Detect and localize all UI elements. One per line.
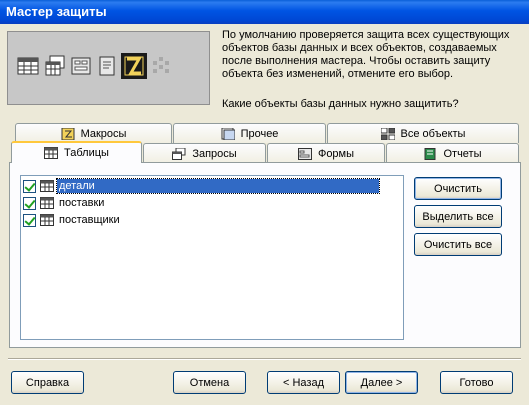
form-icon [71,57,91,75]
tab-tables[interactable]: Таблицы [11,141,142,163]
report-icon [99,56,115,76]
footer-divider [8,358,521,360]
next-button[interactable]: Далее > [345,371,418,394]
table-icon [40,180,54,192]
table-icon [44,147,59,159]
next-button-label: Далее > [360,376,403,389]
list-item-label: поставки [59,197,105,209]
wizard-illustration [7,31,210,105]
cancel-button[interactable]: Отмена [173,371,246,394]
tab-forms-label: Формы [317,147,355,160]
select-all-button[interactable]: Выделить все [414,205,502,228]
select-all-button-label: Выделить все [422,210,494,223]
window-title: Мастер защиты [0,0,529,24]
cancel-button-label: Отмена [189,376,230,389]
clear-all-button[interactable]: Очистить все [414,233,502,256]
module-icon [153,57,169,73]
query-icon [172,147,186,160]
tab-forms[interactable]: Формы [267,143,385,163]
clear-button-label: Очистить [434,182,482,195]
tab-all-objects[interactable]: Все объекты [327,123,519,143]
objects-list[interactable]: детали поставки поставщики [20,175,404,340]
list-item-label: детали [56,178,380,194]
other-icon [221,127,235,140]
help-button-label: Справка [25,376,70,389]
macro-icon [121,53,147,79]
table-icon [40,197,54,209]
wizard-question: Какие объекты базы данных нужно защитить… [222,98,459,110]
all-objects-icon [380,127,395,140]
wizard-description: По умолчанию проверяется защита всех сущ… [222,29,510,80]
back-button[interactable]: < Назад [267,371,340,394]
tab-reports-label: Отчеты [443,147,482,160]
list-item[interactable]: поставщики [23,212,122,228]
list-item[interactable]: поставки [23,195,106,211]
security-wizard-window: Мастер защиты По умолчанию проверяется з… [0,0,529,405]
tab-tables-label: Таблицы [64,147,109,159]
clear-all-button-label: Очистить все [423,238,493,251]
form-icon [297,147,312,160]
tab-macros-label: Макросы [80,127,127,140]
finish-button[interactable]: Готово [440,371,513,394]
item-checkbox[interactable] [23,213,36,227]
back-button-label: < Назад [283,376,324,389]
tab-panel-tables: детали поставки поставщики Очистить Выде… [9,162,521,348]
clear-button[interactable]: Очистить [414,177,502,200]
tab-other-label: Прочее [240,127,279,140]
item-checkbox[interactable] [23,196,36,210]
table-icon [17,57,39,75]
table-icon [40,214,54,226]
query-icon [45,55,65,76]
tab-other[interactable]: Прочее [173,123,326,143]
tab-all-objects-label: Все объекты [400,127,466,140]
macro-icon [61,127,75,140]
item-checkbox[interactable] [23,179,36,193]
list-item-label: поставщики [59,214,120,226]
tab-reports[interactable]: Отчеты [386,143,519,163]
tab-queries[interactable]: Запросы [143,143,266,163]
list-item[interactable]: детали [23,178,380,194]
tab-macros[interactable]: Макросы [15,123,172,143]
report-icon [424,147,436,160]
tab-queries-label: Запросы [192,147,237,160]
finish-button-label: Готово [459,376,494,389]
help-button[interactable]: Справка [11,371,84,394]
